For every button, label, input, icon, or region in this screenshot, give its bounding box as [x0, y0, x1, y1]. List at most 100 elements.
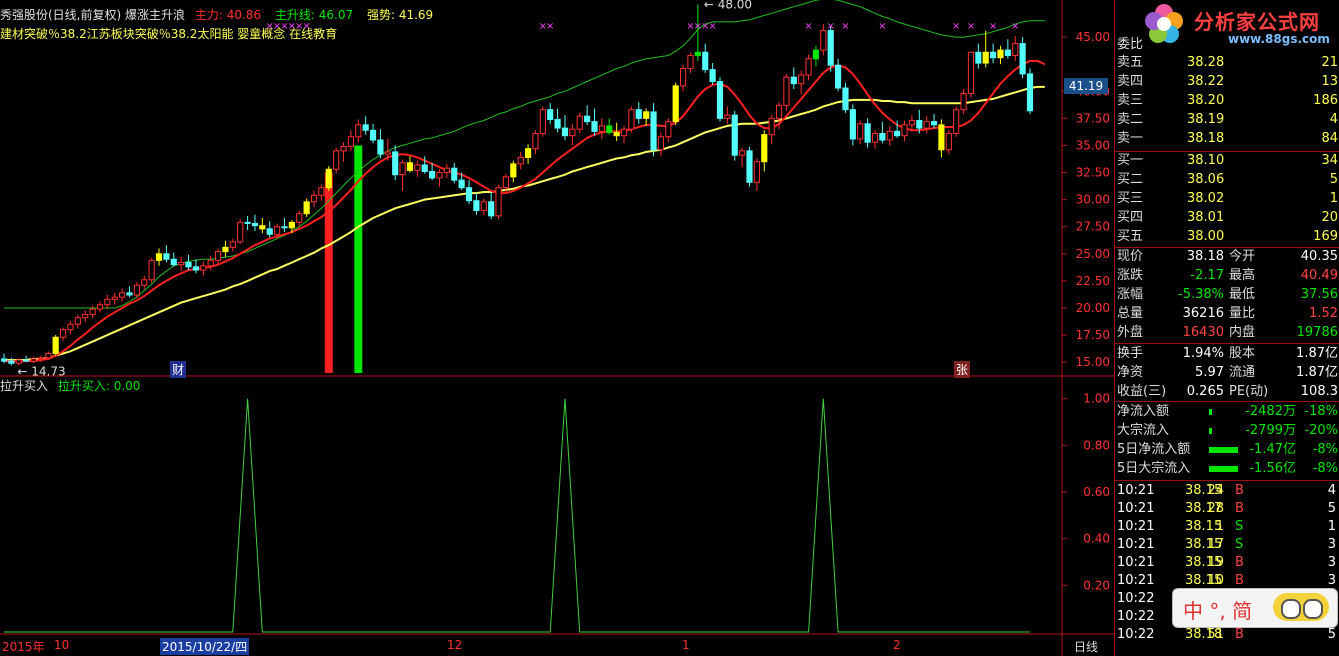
candle-body: [790, 76, 797, 85]
candle: [333, 147, 340, 174]
stat-value: 16430: [1182, 325, 1224, 340]
stat-label: 内盘: [1229, 325, 1256, 340]
stat-value: 19786: [1296, 325, 1338, 340]
candle-body: [340, 146, 347, 152]
candle-body: [997, 49, 1004, 59]
extreme-annotation: ← 48.00: [704, 0, 752, 12]
buy-price: 38.01: [1187, 210, 1225, 225]
candle-body: [126, 292, 133, 296]
candle-body: [414, 164, 421, 171]
candle-body: [170, 258, 177, 266]
tick-time: 10:21: [1117, 573, 1155, 588]
candle-body: [15, 359, 22, 364]
flow-percent: -18%: [1304, 404, 1338, 419]
tick-side: S: [1235, 537, 1244, 552]
candle-body: [849, 109, 856, 140]
flow-label: 大宗流入: [1117, 423, 1170, 438]
tick-count: 5: [1327, 627, 1336, 642]
candle-body: [584, 115, 591, 123]
candle-body: [967, 51, 975, 94]
stat2-value: 1.87亿: [1296, 365, 1338, 380]
sell-label: 卖三: [1117, 93, 1144, 108]
candle-body: [141, 279, 148, 286]
flow-row: 净流入额 -2482万 -18%: [1117, 403, 1338, 421]
candle-body: [333, 150, 340, 170]
candle-body: [89, 308, 96, 315]
x-cursor-date: 2015/10/22/四: [160, 638, 250, 655]
candle-body: [753, 161, 760, 183]
top-marker: ×: [708, 21, 716, 32]
candle: [827, 26, 834, 72]
candle: [731, 110, 738, 161]
y-tick-label: 32.50: [1076, 166, 1110, 180]
flow-bar: [1209, 466, 1238, 472]
top-marker: ×: [952, 21, 960, 32]
candle-body: [1012, 43, 1019, 57]
ind2-value: 46.07: [318, 8, 354, 22]
finance-marker[interactable]: 财: [170, 361, 187, 378]
top-marker: ×: [989, 21, 997, 32]
candle-body: [576, 115, 583, 130]
period-button[interactable]: 日线: [1074, 638, 1098, 655]
stat2-value: 1.94%: [1182, 346, 1224, 361]
ime-toolbar[interactable]: 中 °, 简: [1172, 588, 1338, 628]
candle-body: [990, 51, 997, 59]
candle-body: [739, 150, 746, 156]
sub-y-tick-label: 0.80: [1083, 438, 1110, 452]
candle: [783, 73, 790, 111]
buy-row: 买五 38.00 169: [1117, 228, 1338, 246]
y-tick-label: 27.50: [1076, 220, 1110, 234]
candle: [953, 106, 960, 137]
sub-y-tick-label: 0.20: [1083, 578, 1110, 592]
price-tag: 41.19: [1064, 78, 1108, 94]
buy-price: 38.02: [1187, 191, 1225, 206]
candle: [325, 166, 332, 191]
stock-chart-app: 15.00 17.50 20.00 22.50 25.00 27.50 30.00 32.50…: [0, 0, 1339, 656]
concept-line: 建材突破％38.2江苏板块突破％38.2太阳能 婴童概念 在线教育: [0, 27, 338, 41]
tick-side: B: [1235, 555, 1244, 570]
x-tick-oct: 10: [54, 638, 70, 652]
candle-body: [96, 304, 104, 310]
y-tick-label: 25.00: [1076, 247, 1110, 261]
candle-body: [975, 51, 982, 64]
sell-label: 卖一: [1117, 131, 1144, 146]
stat-label: 涨跌: [1117, 268, 1144, 283]
candle-body: [37, 357, 44, 360]
top-marker: ×: [841, 21, 849, 32]
candle-body: [148, 259, 155, 281]
stat2-value: 0.265: [1186, 384, 1224, 399]
candle-body: [355, 124, 362, 138]
rise-marker[interactable]: 张: [954, 361, 971, 378]
minion-icon: [1273, 593, 1329, 621]
candle-body: [650, 111, 657, 151]
candle-body: [731, 114, 738, 156]
candle-body: [347, 136, 355, 148]
stat2-label: PE(动): [1229, 384, 1269, 399]
buy-row: 买二 38.06 5: [1117, 171, 1338, 189]
candle-body: [761, 134, 768, 163]
candle-body: [746, 150, 753, 183]
logo-text: 分析家公式网: [1194, 10, 1320, 34]
candle-body: [517, 156, 524, 165]
stat-value: 1.52: [1309, 306, 1338, 321]
candle-body: [82, 313, 89, 319]
sell-price: 38.22: [1187, 74, 1225, 89]
candle-body: [923, 121, 930, 129]
stat2-row: 换手 1.94% 股本 1.87亿: [1117, 345, 1338, 363]
stat-row: 总量 36216 量比 1.52: [1117, 305, 1338, 323]
candle-body: [451, 167, 458, 181]
candle-body: [288, 221, 295, 229]
candle-body: [945, 133, 952, 151]
candle-body: [310, 194, 318, 203]
stat2-label: 股本: [1229, 346, 1256, 361]
candle-body: [606, 125, 613, 133]
candle-body: [207, 259, 214, 267]
y-tick-label: 15.00: [1076, 355, 1110, 369]
chart-area[interactable]: 15.0017.5020.0022.5025.0027.5030.0032.50…: [0, 0, 1114, 656]
tick-row: 10:21 38.15 17 S 3: [1117, 536, 1338, 554]
stat2-row: 净资 5.97 流通 1.87亿: [1117, 364, 1338, 382]
ime-text[interactable]: 中 °, 简: [1183, 595, 1252, 624]
stat-value: -2.17: [1190, 268, 1224, 283]
candle-body: [163, 253, 170, 260]
candle-body: [155, 253, 163, 261]
